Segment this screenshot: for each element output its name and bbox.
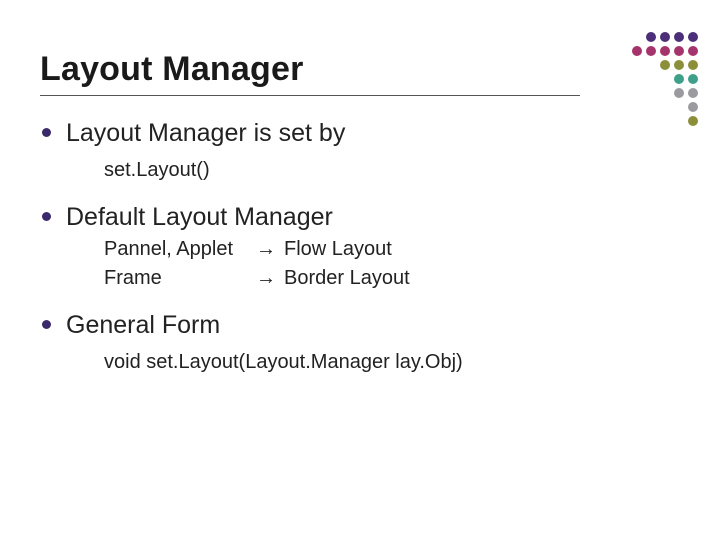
sub-text: set.Layout() — [104, 157, 680, 184]
list-item: Layout Manager is set by set.Layout() — [40, 118, 680, 184]
bullet-list: Layout Manager is set by set.Layout() De… — [40, 118, 680, 376]
mapping-left: Pannel, Applet — [104, 236, 254, 263]
list-item: Default Layout Manager Pannel, Applet → … — [40, 202, 680, 291]
mapping-row: Frame → Border Layout — [104, 265, 680, 292]
mapping-row: Pannel, Applet → Flow Layout — [104, 236, 680, 263]
arrow-icon: → — [256, 265, 276, 292]
bullet-text: Layout Manager is set by — [66, 118, 680, 149]
sub-text: void set.Layout(Layout.Manager lay.Obj) — [104, 349, 680, 376]
list-item: General Form void set.Layout(Layout.Mana… — [40, 310, 680, 376]
mapping-right: Flow Layout — [284, 236, 392, 263]
mapping-right: Border Layout — [284, 265, 410, 292]
arrow-icon: → — [256, 236, 276, 263]
bullet-text: Default Layout Manager — [66, 202, 680, 233]
bullet-text: General Form — [66, 310, 680, 341]
mapping-left: Frame — [104, 265, 254, 292]
title-rule — [40, 95, 580, 96]
